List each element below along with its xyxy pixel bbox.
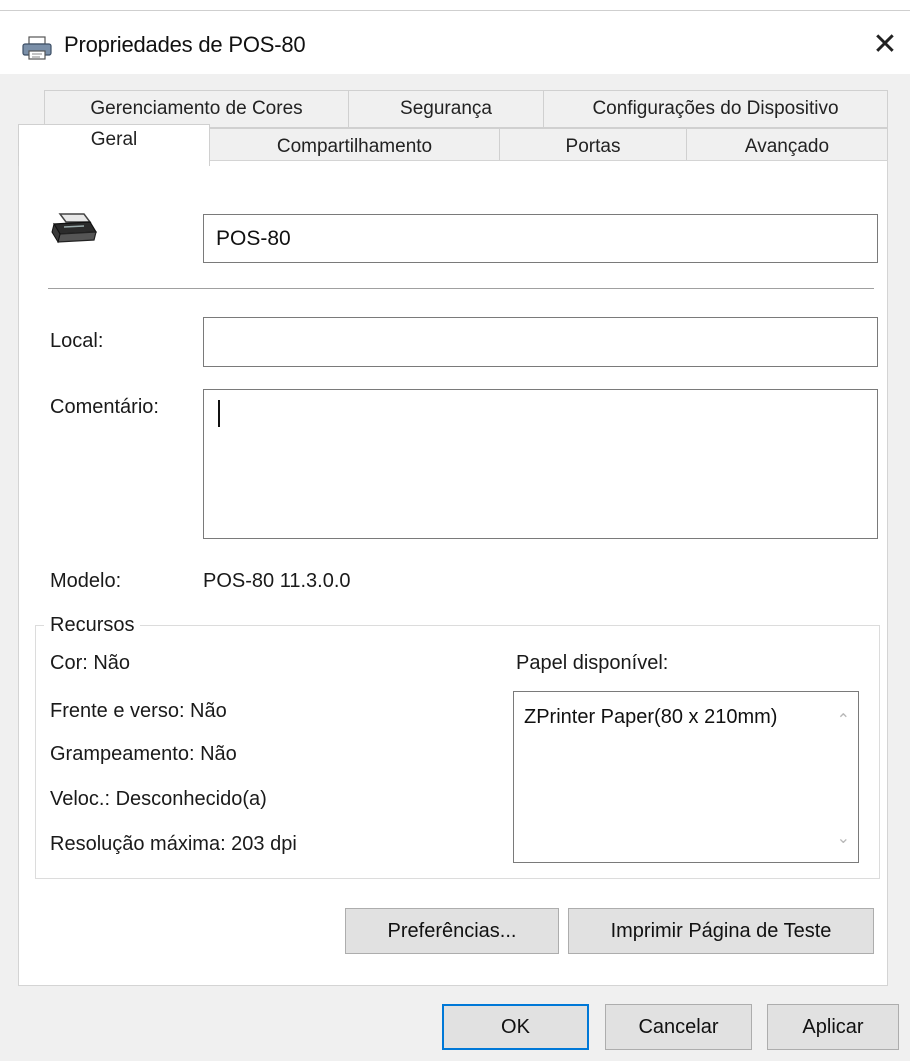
tab-label: Segurança — [400, 98, 492, 119]
tab-label: Geral — [90, 128, 138, 150]
max-resolution: Resolução máxima: 203 dpi — [50, 833, 297, 855]
speed-capability: Veloc.: Desconhecido(a) — [50, 788, 267, 810]
chevron-up-icon[interactable]: ⌃ — [837, 710, 850, 730]
scrollbar[interactable]: ⌃ ⌄ — [828, 692, 858, 862]
cancel-button[interactable]: Cancelar — [605, 1004, 752, 1050]
title-bar[interactable]: Propriedades de POS-80 ✕ — [0, 12, 910, 72]
local-label: Local: — [50, 330, 104, 352]
paper-listbox[interactable]: ZPrinter Paper(80 x 210mm) ⌃ ⌄ — [513, 691, 859, 863]
apply-button[interactable]: Aplicar — [767, 1004, 899, 1050]
local-field[interactable] — [203, 317, 878, 367]
print-test-page-button[interactable]: Imprimir Página de Teste — [568, 908, 874, 954]
printer-icon — [22, 36, 52, 60]
tab-configuracoes-do-dispositivo[interactable]: Configurações do Dispositivo — [543, 90, 888, 128]
divider — [48, 288, 874, 289]
paper-available-label: Papel disponível: — [516, 652, 669, 674]
tab-label: Configurações do Dispositivo — [592, 98, 839, 119]
close-icon: ✕ — [872, 28, 898, 61]
list-item[interactable]: ZPrinter Paper(80 x 210mm) — [524, 706, 816, 729]
tab-gerenciamento-de-cores[interactable]: Gerenciamento de Cores — [44, 90, 349, 128]
printer-name-field[interactable]: POS-80 — [203, 214, 878, 263]
comment-label: Comentário: — [50, 396, 159, 418]
stapling-capability: Grampeamento: Não — [50, 743, 237, 765]
tab-label: Gerenciamento de Cores — [90, 98, 303, 119]
background-window-edge — [0, 0, 910, 11]
model-label: Modelo: — [50, 570, 122, 592]
tab-label: Avançado — [744, 136, 830, 157]
tab-label: Portas — [565, 136, 621, 157]
tab-label: Compartilhamento — [276, 136, 433, 157]
color-capability: Cor: Não — [50, 652, 131, 674]
window-title: Propriedades de POS-80 — [64, 32, 306, 57]
model-value: POS-80 11.3.0.0 — [203, 570, 351, 592]
chevron-down-icon[interactable]: ⌄ — [837, 828, 850, 848]
ok-button[interactable]: OK — [442, 1004, 589, 1050]
comment-field[interactable] — [203, 389, 878, 539]
tab-seguranca[interactable]: Segurança — [348, 90, 544, 128]
tab-geral[interactable]: Geral — [18, 124, 210, 166]
duplex-capability: Frente e verso: Não — [50, 700, 227, 722]
close-button[interactable]: ✕ — [868, 28, 902, 62]
text-caret — [218, 400, 220, 427]
printer-device-icon — [51, 213, 98, 244]
resources-legend: Recursos — [44, 614, 141, 637]
preferences-button[interactable]: Preferências... — [345, 908, 559, 954]
